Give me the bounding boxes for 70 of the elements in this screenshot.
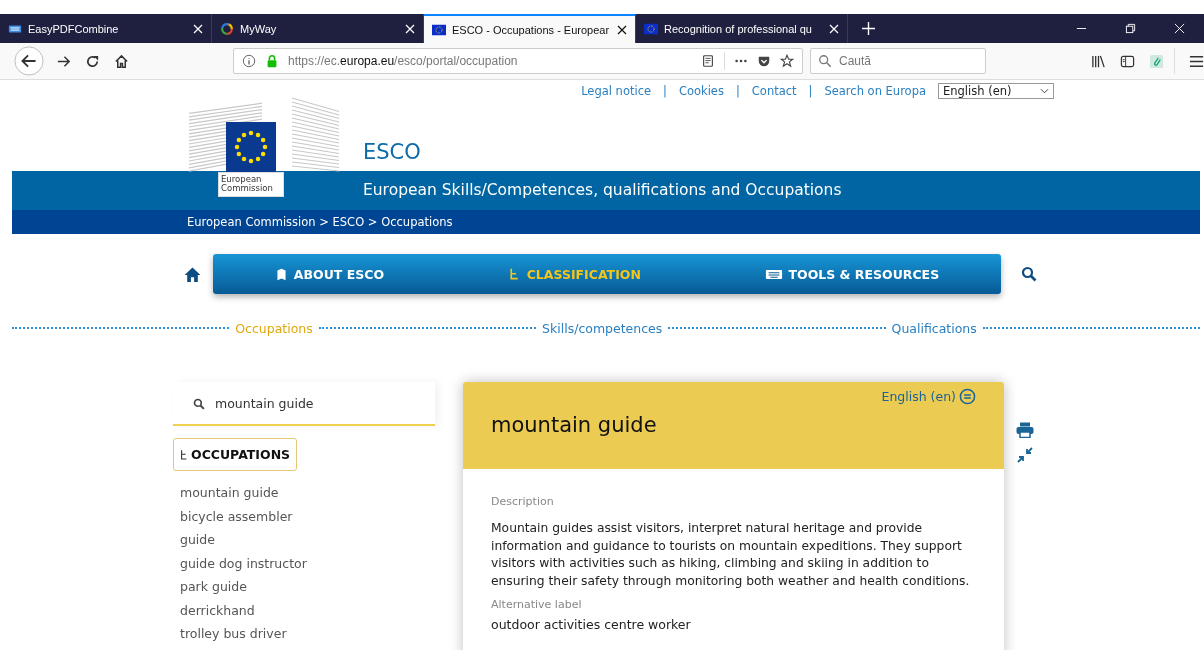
library-icon[interactable]: [1091, 53, 1106, 69]
header-link[interactable]: Legal notice: [581, 84, 652, 98]
alternative-label-text: outdoor activities centre worker: [491, 617, 692, 632]
occupation-title: mountain guide: [491, 413, 658, 437]
tree-icon: [180, 448, 188, 461]
logo[interactable]: European Commission: [218, 122, 284, 197]
flag-icon: [644, 21, 658, 36]
result-link[interactable]: mountain guide: [173, 481, 286, 505]
info-icon: [242, 54, 256, 68]
field-label: Description: [491, 495, 555, 508]
back-icon[interactable]: [14, 46, 44, 76]
header-link[interactable]: Cookies: [678, 84, 724, 98]
menu-icon[interactable]: [1189, 53, 1204, 69]
link-separator: |: [663, 84, 667, 98]
breadcrumb[interactable]: European Commission > ESCO > Occupations: [187, 214, 453, 229]
plus-icon[interactable]: [862, 22, 875, 35]
sidebar-icon[interactable]: [1120, 53, 1135, 69]
result-link[interactable]: park guide: [173, 575, 254, 599]
home-icon[interactable]: [114, 53, 129, 69]
browser-tab[interactable]: ESCO - Occupations - Europear: [424, 14, 636, 43]
nav-item[interactable]: TOOLS & RESOURCES: [764, 266, 940, 282]
address-bar[interactable]: https://ec.europa.eu/esco/portal/occupation: [233, 48, 803, 74]
flag-icon: [432, 22, 446, 37]
site-subtitle: European Skills/Competences, qualifications and Occupations: [363, 181, 842, 200]
language-select[interactable]: English (en): [938, 83, 1054, 99]
collapse-icon[interactable]: [1016, 447, 1034, 463]
paperclip-icon[interactable]: [1149, 53, 1164, 69]
search-icon[interactable]: [1021, 266, 1037, 282]
tab-title: EasyPDFCombine: [28, 22, 120, 35]
language-link[interactable]: English (en): [881, 389, 956, 404]
tab-title: Recognition of professional qu: [664, 22, 813, 35]
lock-icon: [265, 54, 279, 68]
link-separator: |: [808, 84, 813, 98]
chevron-icon: [1040, 88, 1049, 94]
search-icon: [818, 54, 832, 68]
header-link[interactable]: Contact: [751, 84, 797, 98]
result-link[interactable]: bicycle assembler: [173, 504, 300, 528]
restore-icon[interactable]: [1125, 23, 1136, 34]
ring-icon: [220, 21, 234, 36]
url-text: https://ec.europa.eu/esco/portal/occupation: [288, 54, 518, 68]
search-field[interactable]: mountain guide: [173, 382, 435, 426]
nav-item[interactable]: ABOUT ESCO: [274, 266, 384, 282]
pocket-icon[interactable]: [757, 54, 771, 68]
subnav-link[interactable]: Qualifications: [891, 320, 977, 336]
tab-title: MyWay: [240, 22, 278, 35]
field-label: Alternative label: [491, 598, 583, 611]
minus-circle-icon[interactable]: [959, 388, 976, 405]
home-icon[interactable]: [184, 265, 201, 283]
result-link[interactable]: derrickhand: [173, 598, 262, 622]
star-icon[interactable]: [780, 54, 794, 68]
book-icon: [274, 267, 288, 281]
close-icon[interactable]: [617, 24, 627, 35]
search-icon: [193, 398, 205, 410]
search-field[interactable]: Caută: [810, 48, 986, 74]
result-link[interactable]: guide: [173, 528, 222, 552]
subnav-link[interactable]: Skills/competences: [542, 320, 663, 336]
site-title[interactable]: ESCO: [363, 140, 427, 171]
occupations-button[interactable]: OCCUPATIONS: [173, 438, 298, 471]
tab-title: ESCO - Occupations - Europear: [452, 23, 611, 36]
description-text: Mountain guides assist visitors, interpret natural heritage and provide information and guidance to tourists on mountain expeditions. They support visitors with activities such as hiking, climbing and skiing in addition to ensuring their safety through monitoring both weather and health conditions.: [491, 520, 971, 590]
logo-label: European Commission: [218, 172, 284, 197]
result-link[interactable]: guide dog instructor: [173, 551, 314, 575]
header-link[interactable]: Search on Europa: [824, 84, 926, 98]
reload-icon[interactable]: [85, 53, 100, 69]
keyboard-icon: [764, 267, 783, 281]
printer-icon[interactable]: [1016, 422, 1034, 438]
reader-icon[interactable]: [701, 54, 715, 68]
link-separator: |: [735, 84, 740, 98]
result-link[interactable]: trolley bus driver: [173, 622, 294, 646]
tree-icon: [507, 267, 521, 281]
